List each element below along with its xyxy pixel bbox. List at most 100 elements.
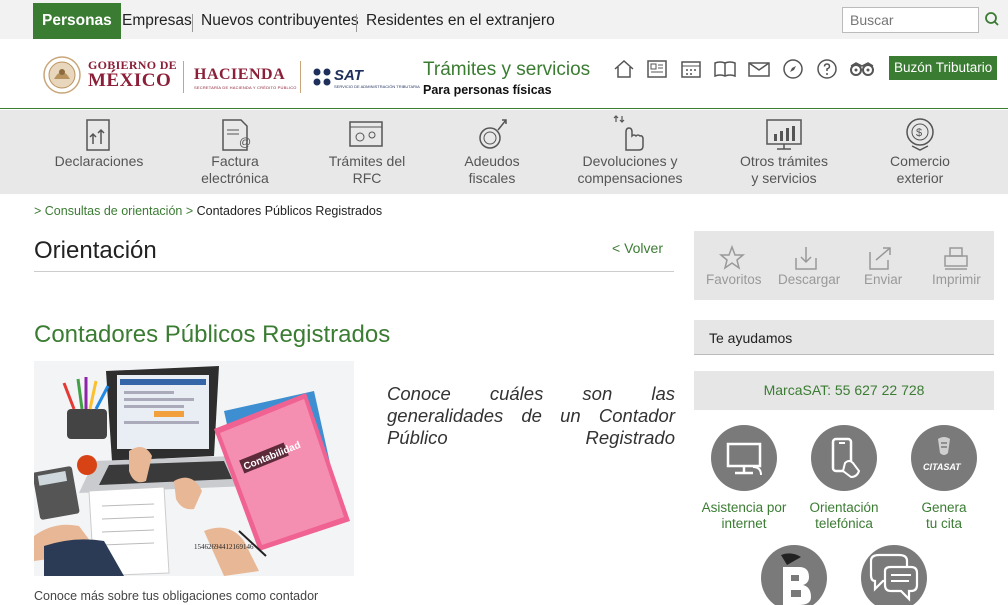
svg-text:@: @ [239, 135, 251, 149]
descargar-button[interactable]: Descargar [770, 231, 846, 300]
tool-label: Descargar [778, 272, 841, 287]
search-box [842, 7, 979, 33]
adeudos-icon [479, 119, 507, 149]
orientacion-telefonica-button[interactable] [811, 425, 877, 491]
comercio-icon: $ [906, 118, 934, 151]
chat-icon [869, 553, 919, 602]
sat-logo[interactable]: SAT [334, 67, 363, 84]
tramites-subtitle: Para personas físicas [423, 83, 552, 97]
nav-item-rfc[interactable]: Trámites del RFC [320, 110, 414, 194]
svg-text:$: $ [916, 127, 922, 139]
hero-number: 15462694412169146 [194, 543, 254, 551]
b-service-button[interactable] [761, 545, 827, 605]
tools-bar: Favoritos Descargar Enviar Imprimir [694, 231, 994, 300]
tab-empresas[interactable]: Empresas [122, 3, 192, 39]
hero-caption: Conoce más sobre tus obligaciones como c… [34, 589, 319, 603]
mexico-line: MÉXICO [88, 70, 172, 91]
hacienda-logo[interactable]: HACIENDA [194, 66, 285, 84]
search-icon [985, 12, 999, 26]
tab-divider [192, 14, 193, 32]
asistencia-internet-button[interactable] [711, 425, 777, 491]
breadcrumb: > Consultas de orientación > Contadores … [34, 204, 382, 218]
help-heading-text: Te ayudamos [709, 330, 793, 346]
calendar-icon[interactable] [679, 57, 703, 81]
asistencia-internet-label[interactable]: Asistencia por internet [696, 500, 792, 532]
title-divider [34, 271, 674, 272]
download-icon [795, 247, 817, 270]
breadcrumb-separator: > [182, 204, 197, 218]
news-icon[interactable] [645, 57, 669, 81]
phone-icon [831, 437, 861, 479]
nav-item-devoluciones[interactable]: Devoluciones y compensaciones [576, 110, 684, 194]
nav-item-adeudos[interactable]: Adeudos fiscales [459, 110, 525, 194]
book-icon[interactable] [713, 57, 737, 81]
nav-label: Adeudos fiscales [464, 153, 520, 186]
sat-subtitle: SERVICIO DE ADMINISTRACIÓN TRIBUTARIA [334, 84, 420, 89]
tramites-title: Trámites y servicios [423, 59, 591, 80]
page-title: Orientación [34, 237, 157, 264]
help-heading: Te ayudamos [694, 320, 994, 355]
nav-label: Comercio exterior [890, 153, 950, 186]
breadcrumb-current: Contadores Públicos Registrados [196, 204, 383, 218]
top-bar: Personas Empresas Nuevos contribuyentes … [0, 0, 1008, 39]
main-nav: Declaraciones @ Factura electrónica Trám… [0, 110, 1008, 194]
tab-residentes-extranjero[interactable]: Residentes en el extranjero [366, 3, 555, 39]
nav-item-comercio[interactable]: $ Comercio exterior [885, 110, 955, 194]
orientacion-telefonica-label[interactable]: Orientación telefónica [796, 500, 892, 532]
tab-divider [356, 14, 357, 32]
hacienda-subtitle: SECRETARÍA DE HACIENDA Y CRÉDITO PÚBLICO [194, 85, 297, 90]
print-icon [944, 247, 968, 270]
declaraciones-icon [86, 119, 110, 151]
devoluciones-icon [613, 115, 644, 151]
star-icon [718, 244, 746, 270]
volver-link[interactable]: < Volver [612, 240, 663, 256]
nav-label: Otros trámites y servicios [740, 153, 828, 186]
nav-label: Declaraciones [54, 153, 144, 169]
gobierno-de-mexico-logo[interactable]: GOBIERNO DE MÉXICO [88, 59, 177, 90]
tool-label: Imprimir [932, 272, 981, 287]
tab-personas[interactable]: Personas [33, 3, 121, 39]
genera-cita-label[interactable]: Genera tu cita [896, 500, 992, 532]
logo-divider [183, 61, 184, 93]
home-icon[interactable] [612, 57, 636, 81]
mexico-seal-icon [43, 56, 81, 94]
marcasat-phone[interactable]: MarcaSAT: 55 627 22 728 [694, 371, 994, 410]
hero-image: Contabilidad 15462694412169146 [34, 361, 354, 576]
help-heading-rule [694, 354, 994, 355]
citasat-icon: CITASAT [923, 437, 962, 472]
search-input[interactable] [843, 8, 973, 32]
logo-divider [300, 61, 301, 93]
nav-item-otros-tramites[interactable]: Otros trámites y servicios [735, 110, 833, 194]
buzon-tributario-button[interactable]: Buzón Tributario [889, 56, 998, 80]
nav-label: Devoluciones y compensaciones [577, 153, 683, 186]
nav-label: Trámites del RFC [328, 153, 406, 186]
tool-label: Enviar [864, 272, 903, 287]
mail-icon[interactable] [747, 57, 771, 81]
genera-cita-button[interactable]: CITASAT [911, 425, 977, 491]
computer-icon [726, 442, 762, 476]
chat-button[interactable] [861, 545, 927, 605]
otros-tramites-icon [766, 119, 802, 150]
site-header: GOBIERNO DE MÉXICO HACIENDA SECRETARÍA D… [0, 39, 1008, 109]
compass-icon[interactable] [781, 57, 805, 81]
tab-nuevos-contribuyentes[interactable]: Nuevos contribuyentes [201, 3, 359, 39]
imprimir-button[interactable]: Imprimir [916, 231, 994, 300]
enviar-button[interactable]: Enviar [846, 231, 916, 300]
send-icon [869, 247, 891, 270]
factura-icon: @ [222, 119, 251, 151]
content-title: Contadores Públicos Registrados [34, 321, 391, 348]
b-letter-icon [781, 553, 811, 605]
tool-label: Favoritos [706, 272, 762, 287]
help-icon[interactable] [815, 57, 839, 81]
binoculars-icon[interactable] [848, 57, 876, 81]
rfc-icon [349, 121, 383, 147]
sat-logo-icon [313, 68, 331, 86]
accountant-illustration: Contabilidad 15462694412169146 [34, 361, 354, 576]
search-button[interactable] [979, 7, 1008, 33]
breadcrumb-link[interactable]: > Consultas de orientación [34, 204, 182, 218]
nav-item-factura[interactable]: @ Factura electrónica [193, 110, 277, 194]
nav-item-declaraciones[interactable]: Declaraciones [50, 110, 148, 194]
citasat-text: CITASAT [923, 462, 962, 472]
intro-quote: Conoce cuáles son las generalidades de u… [387, 383, 675, 448]
favoritos-button[interactable]: Favoritos [694, 231, 770, 300]
